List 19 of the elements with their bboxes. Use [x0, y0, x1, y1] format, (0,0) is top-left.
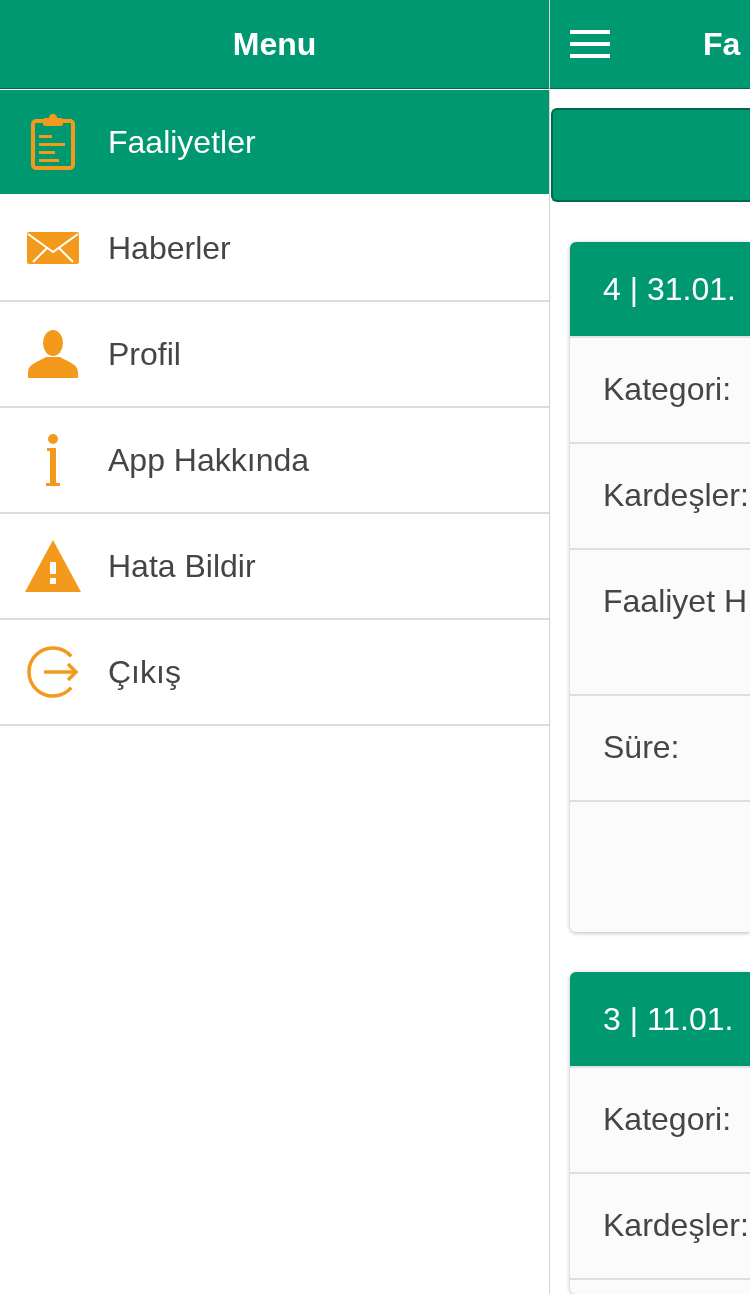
menu-button[interactable]: [570, 30, 610, 58]
field-label: Kategori:: [603, 372, 732, 408]
exit-icon: [25, 644, 81, 700]
card-title: 3 | 11.01.: [603, 1003, 734, 1035]
menu-icon: [570, 30, 610, 58]
envelope-icon: [27, 232, 79, 264]
page-title: Fa: [703, 28, 741, 60]
field-label: Faaliyet H: [603, 584, 748, 620]
warning-icon: [25, 540, 81, 592]
field-label: Kardeşler:: [603, 478, 749, 514]
field-label: Süre:: [603, 730, 680, 766]
info-icon: [44, 434, 62, 486]
card-title: 4 | 31.01.: [603, 273, 736, 305]
menu-item[interactable]: Faaliyetler: [0, 90, 549, 196]
menu-title: Menu: [232, 28, 317, 60]
clipboard-icon: [31, 114, 75, 170]
person-icon: [28, 330, 78, 378]
field-label: Kategori:: [603, 1102, 732, 1138]
field-label: Kardeşler:: [603, 1208, 749, 1244]
